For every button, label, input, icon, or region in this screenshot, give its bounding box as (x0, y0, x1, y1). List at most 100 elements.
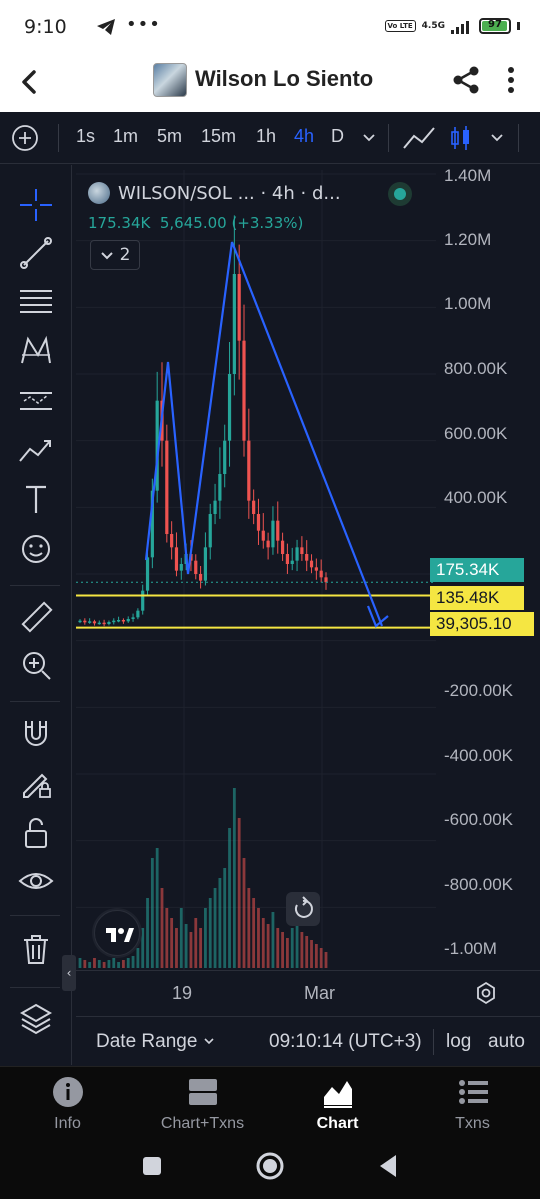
time-axis-label: Mar (304, 983, 335, 1003)
time-axis[interactable]: 19 Mar (76, 970, 540, 1016)
settings-gear-icon[interactable] (474, 981, 498, 1005)
volume-bar (131, 956, 135, 968)
candle-body (83, 620, 87, 623)
timezone-clock[interactable]: 09:10:14 (UTC+3) (269, 1031, 422, 1053)
candle-body (256, 514, 261, 531)
nav-chart-txns[interactable]: Chart+Txns (135, 1075, 270, 1133)
market-status-icon (388, 182, 412, 206)
candle-body (252, 500, 256, 514)
studies-count: 2 (119, 245, 131, 265)
interval-4h[interactable]: 4h (294, 126, 314, 147)
candle-body (126, 619, 130, 622)
reset-chart-button[interactable] (286, 892, 320, 926)
nav-chart[interactable]: Chart (270, 1075, 405, 1133)
chart-legend: WILSON/SOL ... · 4h · d... (88, 182, 412, 206)
line-chart-icon[interactable] (402, 124, 436, 152)
volume-bar (184, 924, 188, 968)
share-icon[interactable] (450, 64, 482, 96)
trend-line-icon[interactable] (16, 233, 56, 273)
crosshair-icon[interactable] (16, 185, 56, 225)
battery-icon: 97 (479, 18, 511, 34)
recents-icon[interactable] (140, 1154, 164, 1178)
volume-bar (175, 928, 178, 968)
chevron-down-icon[interactable] (362, 130, 376, 144)
volume-bar (126, 958, 130, 968)
add-symbol-icon[interactable] (10, 123, 40, 153)
tradingview-logo[interactable] (94, 910, 140, 956)
chevron-down-icon (100, 252, 113, 260)
candle-body (78, 620, 82, 623)
candle-body (208, 514, 212, 548)
eye-icon[interactable] (16, 861, 56, 901)
candle-body (88, 621, 92, 623)
fib-retracement-icon[interactable] (16, 281, 56, 321)
candle-body (266, 540, 270, 548)
candle-body (121, 620, 126, 622)
date-range-label: Date Range (96, 1031, 198, 1052)
auto-scale-toggle[interactable]: auto (488, 1031, 525, 1053)
price-axis-label: 400.00K (444, 488, 508, 507)
range-bar: Date Range 09:10:14 (UTC+3) log auto (76, 1016, 540, 1066)
candle-body (203, 547, 208, 581)
volume-bar (271, 912, 275, 968)
status-indicators: Vo LTE 4.5G 97 (384, 18, 520, 34)
area-chart-icon (323, 1081, 352, 1108)
trash-icon[interactable] (16, 929, 56, 969)
studies-toggle[interactable]: 2 (90, 240, 140, 270)
interval-1m[interactable]: 1m (113, 126, 138, 147)
ruler-icon[interactable] (16, 597, 56, 637)
nav-txns[interactable]: Txns (405, 1075, 540, 1133)
unlock-icon[interactable] (16, 813, 56, 853)
log-scale-toggle[interactable]: log (446, 1031, 471, 1053)
zoom-in-icon[interactable] (16, 645, 56, 685)
toolbar-divider (518, 124, 519, 152)
candlestick-icon[interactable] (450, 124, 472, 152)
prediction-icon[interactable] (16, 381, 56, 421)
candle-body (92, 621, 97, 624)
interval-1h[interactable]: 1h (256, 126, 276, 147)
more-options-icon[interactable] (498, 64, 524, 96)
chevron-down-icon[interactable] (490, 130, 504, 144)
volume-bar (261, 918, 265, 968)
price-chart[interactable]: WILSON/SOL ... · 4h · d... 175.34K 5,645… (76, 166, 540, 970)
text-tool-icon[interactable] (16, 479, 56, 519)
projection-icon[interactable] (16, 431, 56, 471)
home-icon[interactable] (254, 1150, 286, 1182)
interval-15m[interactable]: 15m (201, 126, 236, 147)
layers-icon[interactable] (16, 999, 56, 1039)
candle-body (198, 574, 203, 581)
token-avatar (153, 63, 187, 97)
volume-bar (247, 888, 251, 968)
back-arrow-icon[interactable] (14, 66, 46, 98)
lock-drawing-icon[interactable] (16, 763, 56, 803)
volte-badge: Vo LTE (384, 20, 416, 32)
emoji-icon[interactable] (16, 529, 56, 569)
volume-bar (276, 928, 280, 968)
nav-label: Chart (316, 1115, 359, 1132)
volume-bar (290, 928, 294, 968)
date-range-button[interactable]: Date Range (96, 1031, 215, 1053)
candle-body (305, 554, 309, 561)
volume-bar (305, 936, 309, 968)
price-axis-label: 600.00K (444, 424, 508, 443)
pattern-icon[interactable] (16, 331, 56, 371)
time-axis-label: 19 (172, 983, 193, 1003)
interval-d[interactable]: D (331, 126, 344, 147)
last-price-tag: 175.34K (430, 558, 524, 582)
interval-5m[interactable]: 5m (157, 126, 182, 147)
volume-bar (78, 958, 82, 968)
volume-bar (208, 898, 212, 968)
collapse-toolbar-button[interactable]: ‹ (62, 955, 76, 991)
magnet-icon[interactable] (16, 713, 56, 753)
volume-bar (281, 932, 284, 968)
interval-1s[interactable]: 1s (76, 126, 95, 147)
candle-body (213, 500, 217, 514)
candle-body (237, 274, 241, 341)
back-icon[interactable] (376, 1152, 400, 1180)
candle-body (141, 590, 145, 611)
volume-bar (223, 868, 227, 968)
battery-tip-icon (517, 22, 520, 30)
nav-label: Txns (455, 1115, 490, 1132)
nav-info[interactable]: Info (0, 1075, 135, 1133)
price-axis-label: -1.00M (444, 939, 497, 958)
